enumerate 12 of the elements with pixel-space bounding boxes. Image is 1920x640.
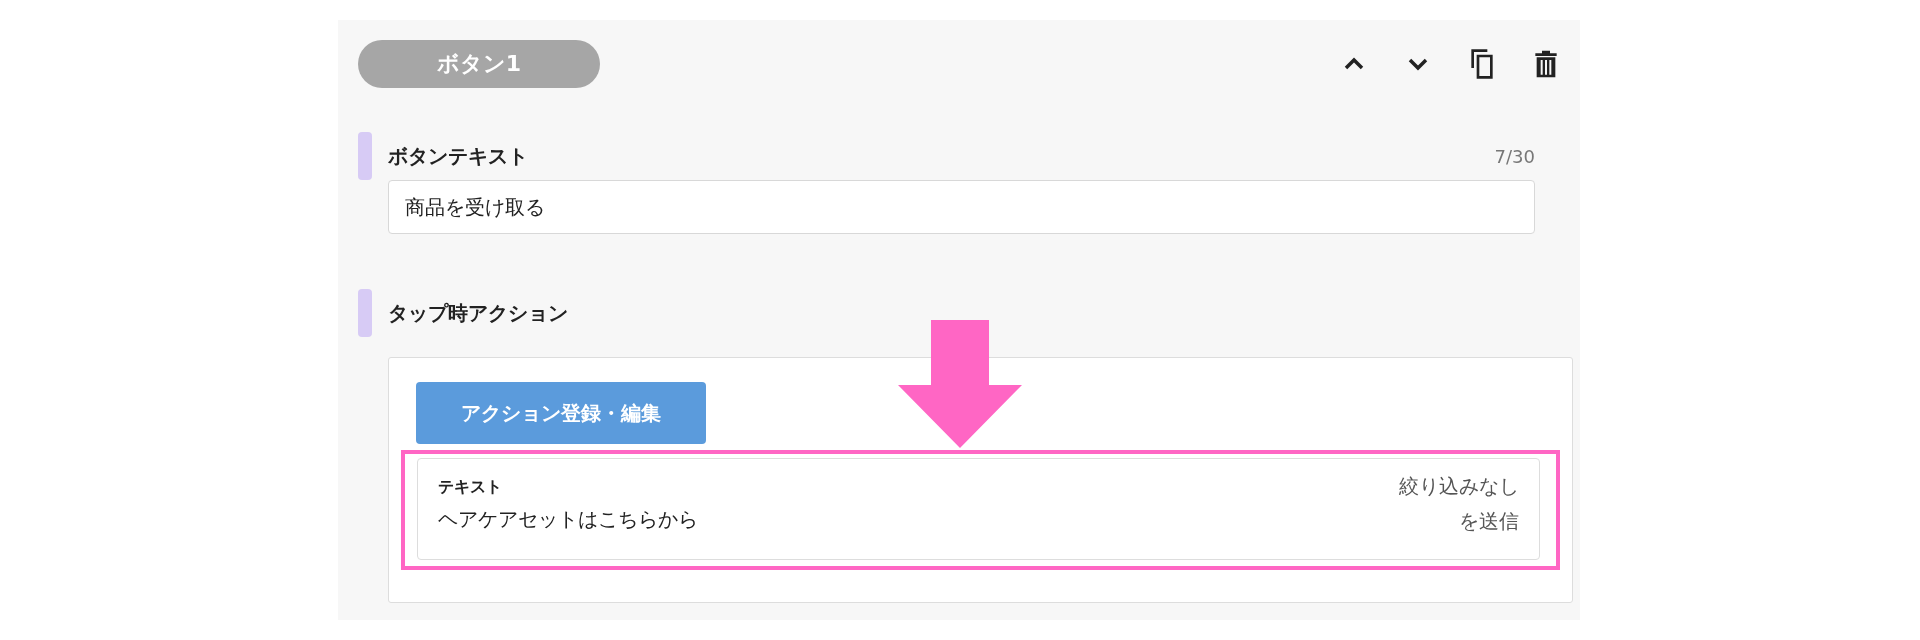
action-text: ヘアケアセットはこちらから (438, 506, 698, 533)
block-title: ボタン1 (358, 40, 600, 88)
field-label: タップ時アクション (388, 299, 568, 327)
down-arrow-icon (898, 320, 1022, 448)
send-label: を送信 (1459, 508, 1519, 535)
accent-bar (358, 132, 372, 180)
input-field[interactable]: 商品を受け取る (388, 180, 1535, 234)
action-type: テキスト (438, 477, 503, 498)
accent-bar (358, 289, 372, 337)
char-counter: 7/30 (1494, 145, 1535, 167)
filter-label: 絞り込みなし (1399, 473, 1519, 500)
field-label: ボタンテキスト (388, 142, 528, 170)
